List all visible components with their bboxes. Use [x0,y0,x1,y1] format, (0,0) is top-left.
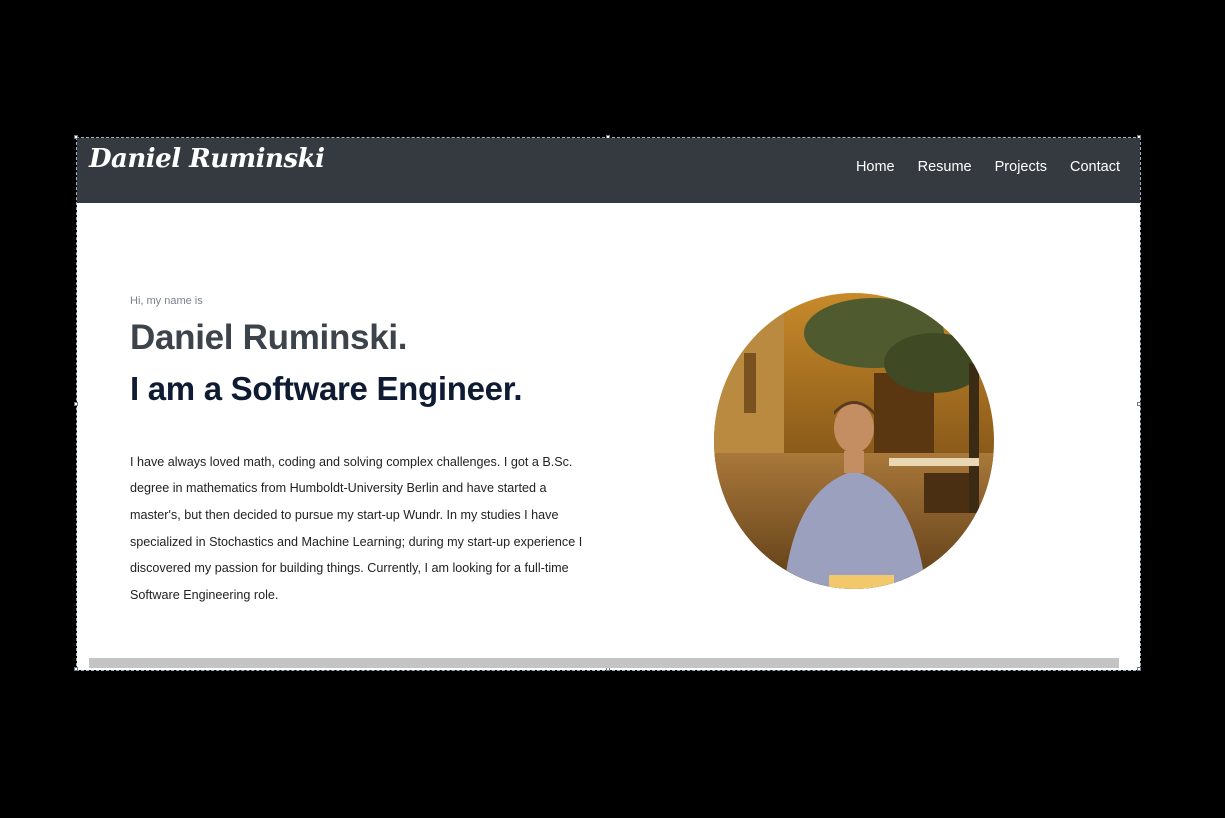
resize-handle[interactable] [74,402,78,406]
brand-logo[interactable]: Daniel Ruminski [89,144,325,174]
profile-photo-illustration [714,293,994,589]
resize-handle[interactable] [1137,402,1141,406]
resize-handle[interactable] [74,667,78,671]
profile-photo [714,293,994,589]
horizontal-scrollbar[interactable] [89,658,1119,668]
nav-links: Home Resume Projects Contact [856,159,1120,175]
hero-role: I am a Software Engineer. [130,370,523,407]
nav-contact-link[interactable]: Contact [1070,159,1120,175]
nav-projects-link[interactable]: Projects [995,159,1047,175]
nav-home-link[interactable]: Home [856,159,895,175]
resize-handle[interactable] [1137,667,1141,671]
navbar: Daniel Ruminski Home Resume Projects Con… [77,138,1140,203]
nav-resume-link[interactable]: Resume [918,159,972,175]
page-frame: Daniel Ruminski Home Resume Projects Con… [74,135,1141,671]
hero-bio: I have always loved math, coding and sol… [130,454,583,603]
greeting-text: Hi, my name is [130,295,203,307]
hero-name: Daniel Ruminski. [130,318,408,357]
